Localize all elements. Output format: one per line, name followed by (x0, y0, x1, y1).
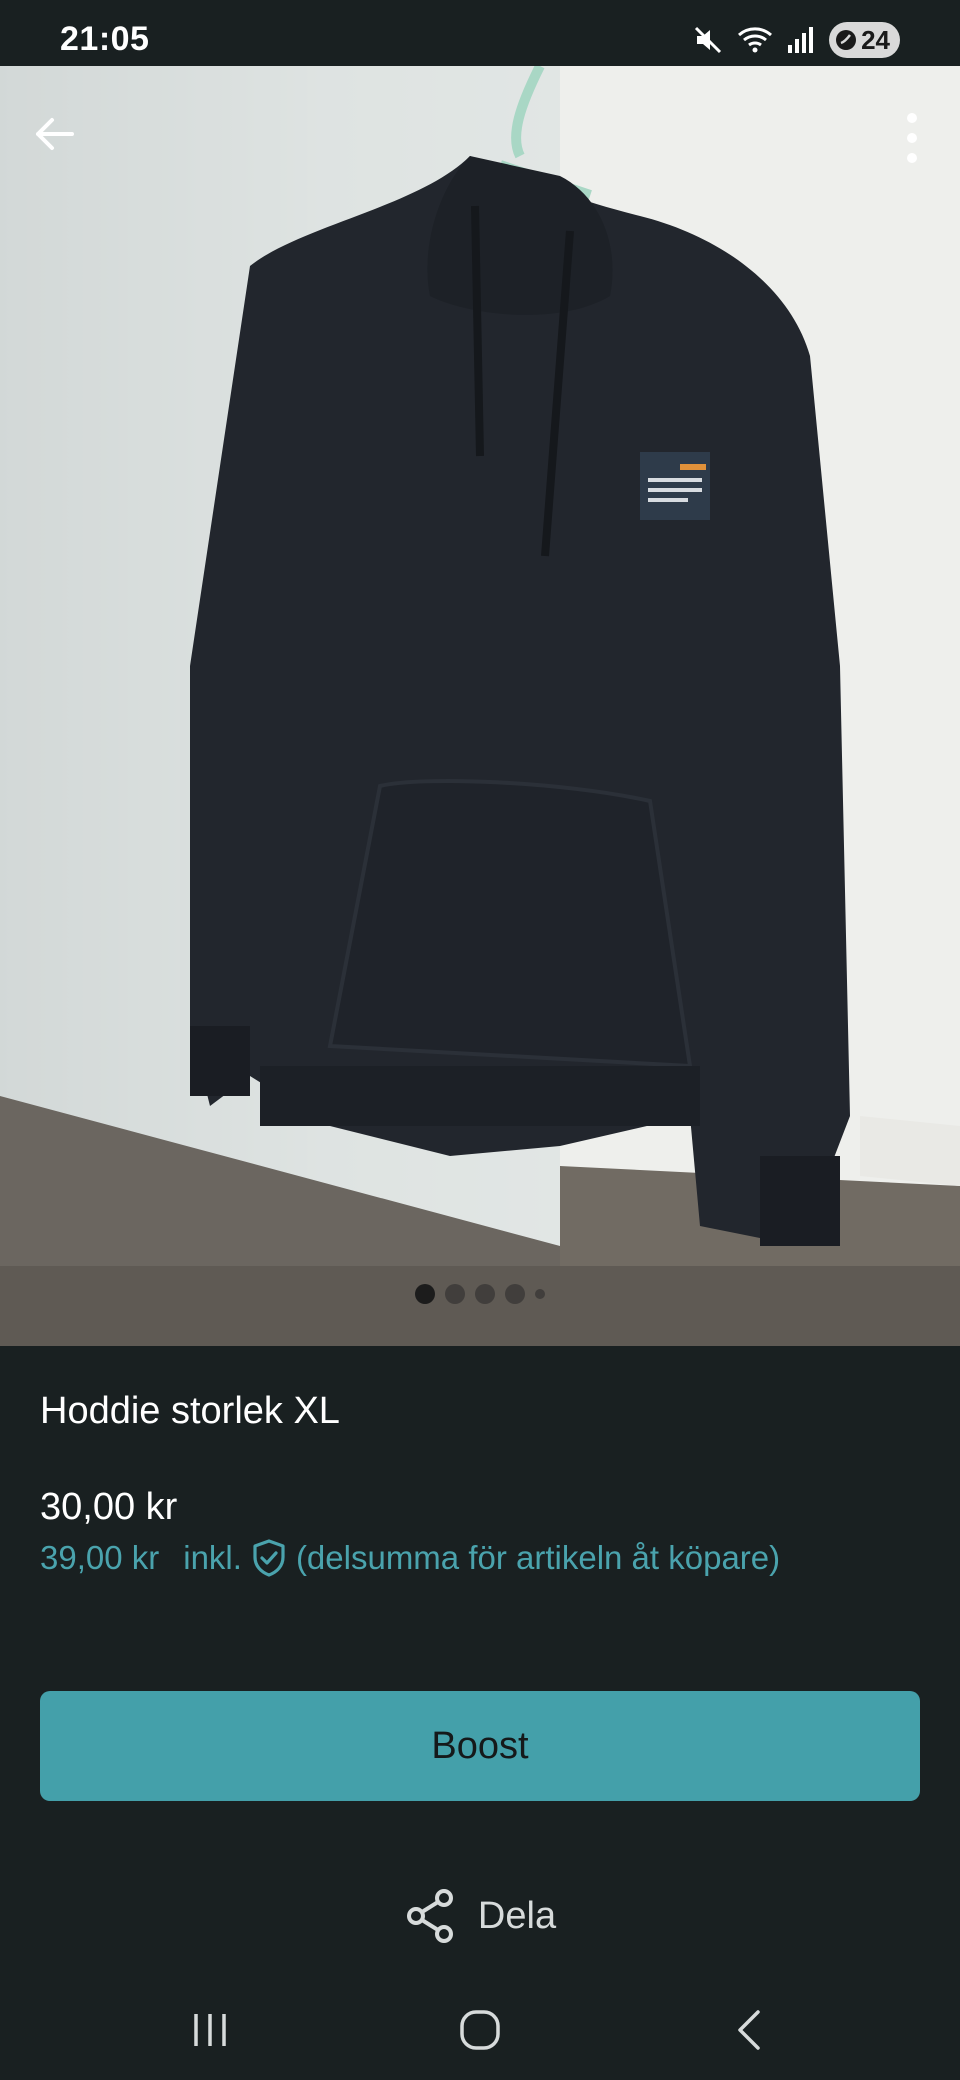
status-bar: 21:05 24 (0, 0, 960, 66)
pagination-dot[interactable] (535, 1289, 545, 1299)
status-icons: 24 (693, 22, 900, 58)
share-icon (406, 1889, 453, 1943)
product-photo[interactable] (0, 66, 960, 1346)
hoodie-image (0, 66, 960, 1346)
price-incl-amount: 39,00 kr (40, 1539, 160, 1576)
photo-pagination (0, 1284, 960, 1304)
recent-apps-icon (194, 2014, 226, 2046)
shield-check-icon (253, 1539, 285, 1577)
battery-indicator: 24 (829, 22, 900, 58)
more-vertical-icon (907, 113, 917, 163)
status-time: 21:05 (60, 20, 150, 58)
price-incl-note: (delsumma för artikeln åt köpare) (295, 1539, 781, 1576)
arrow-left-icon (36, 118, 74, 150)
boost-button[interactable]: Boost (40, 1691, 920, 1801)
battery-saver-icon (836, 30, 857, 50)
pagination-dot[interactable] (505, 1284, 525, 1304)
share-label: Dela (477, 1894, 557, 1937)
product-title: Hoddie storlek XL (40, 1390, 340, 1432)
nav-back-button[interactable] (720, 2000, 780, 2060)
product-price: 30,00 kr (40, 1486, 178, 1528)
share-button[interactable]: Dela (0, 1888, 960, 1944)
battery-level: 24 (861, 24, 890, 55)
back-button[interactable] (26, 106, 82, 162)
signal-icon (788, 27, 814, 53)
pagination-dot[interactable] (415, 1284, 435, 1304)
chevron-left-icon (738, 2010, 760, 2050)
recent-apps-button[interactable] (180, 2000, 240, 2060)
pagination-dot[interactable] (445, 1284, 465, 1304)
system-nav-bar (0, 1980, 960, 2080)
home-button[interactable] (450, 2000, 510, 2060)
wifi-icon (738, 27, 773, 53)
price-incl-fees[interactable]: 39,00 kr inkl. (delsumma för artikeln åt… (40, 1538, 780, 1578)
price-incl-word: inkl. (183, 1539, 242, 1576)
home-icon (460, 2010, 500, 2050)
mute-icon (695, 26, 722, 54)
pagination-dot[interactable] (475, 1284, 495, 1304)
more-options-button[interactable] (884, 106, 940, 170)
